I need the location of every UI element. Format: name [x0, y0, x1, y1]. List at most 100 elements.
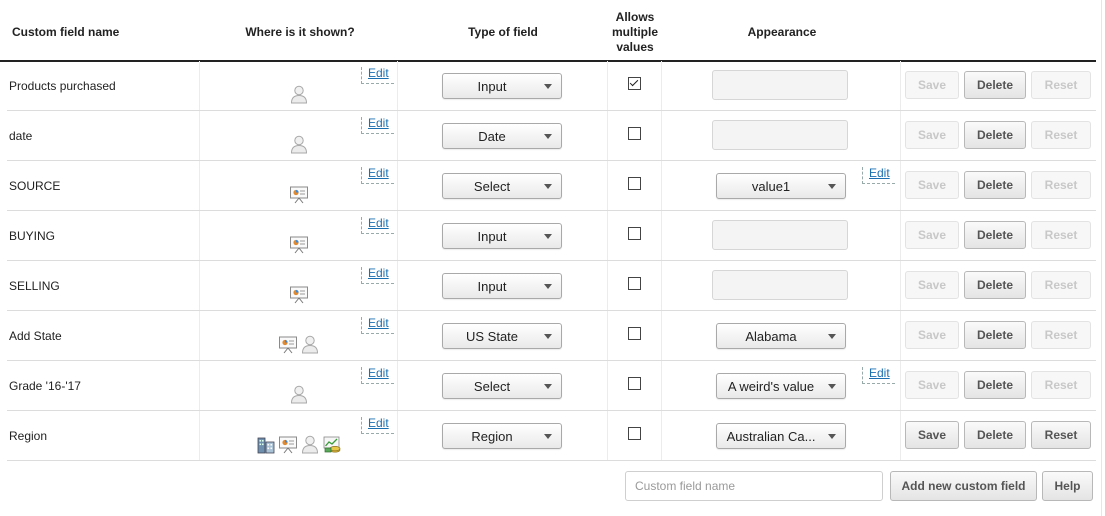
header-where-shown: Where is it shown? [245, 25, 355, 39]
edit-link[interactable]: Edit [368, 366, 389, 380]
table-row: BUYING Edit Input Save Delete Reset [7, 211, 1096, 261]
appearance-select[interactable]: Alabama [716, 323, 846, 349]
field-type-value: Date [478, 129, 506, 144]
edit-shown-link[interactable]: Edit [361, 266, 394, 284]
edit-link[interactable]: Edit [869, 166, 890, 180]
edit-link[interactable]: Edit [368, 266, 389, 280]
appearance-value: Alabama [745, 329, 797, 344]
scrollbar-edge [1101, 0, 1102, 516]
reset-button[interactable]: Reset [1031, 171, 1091, 199]
person-icon [289, 84, 309, 104]
edit-link[interactable]: Edit [869, 366, 890, 380]
field-type-value: US State [465, 329, 519, 344]
column-divider [397, 411, 398, 460]
allows-multiple-checkbox[interactable] [628, 427, 641, 440]
shown-location-icons [289, 382, 309, 404]
delete-button[interactable]: Delete [964, 421, 1026, 449]
appearance-value: A weird's value [727, 379, 815, 394]
column-divider [661, 261, 662, 310]
custom-field-name-input[interactable] [625, 471, 883, 501]
appearance-value: Australian Ca... [726, 429, 816, 444]
reset-button[interactable]: Reset [1031, 321, 1091, 349]
delete-button[interactable]: Delete [964, 271, 1026, 299]
reset-button[interactable]: Reset [1031, 371, 1091, 399]
edit-appearance-link[interactable]: Edit [862, 166, 895, 184]
column-divider [900, 61, 901, 110]
delete-button[interactable]: Delete [964, 171, 1026, 199]
chevron-down-icon [544, 334, 552, 339]
delete-button[interactable]: Delete [964, 221, 1026, 249]
chevron-down-icon [828, 334, 836, 339]
save-button[interactable]: Save [905, 321, 959, 349]
add-new-custom-field-button[interactable]: Add new custom field [890, 471, 1037, 501]
column-divider [199, 161, 200, 210]
edit-link[interactable]: Edit [368, 166, 389, 180]
field-type-select[interactable]: US State [442, 323, 562, 349]
allows-multiple-checkbox[interactable] [628, 227, 641, 240]
appearance-preview [712, 220, 848, 250]
allows-multiple-checkbox[interactable] [628, 77, 641, 90]
column-divider [661, 361, 662, 410]
save-button[interactable]: Save [905, 121, 959, 149]
edit-link[interactable]: Edit [368, 216, 389, 230]
field-type-select[interactable]: Select [442, 173, 562, 199]
save-button[interactable]: Save [905, 271, 959, 299]
edit-shown-link[interactable]: Edit [361, 366, 394, 384]
save-button[interactable]: Save [905, 221, 959, 249]
allows-multiple-checkbox[interactable] [628, 327, 641, 340]
reset-button[interactable]: Reset [1031, 271, 1091, 299]
delete-button[interactable]: Delete [964, 371, 1026, 399]
header-custom-field-name: Custom field name [12, 25, 120, 39]
delete-button[interactable]: Delete [964, 71, 1026, 99]
allows-multiple-checkbox[interactable] [628, 277, 641, 290]
field-type-select[interactable]: Input [442, 223, 562, 249]
edit-shown-link[interactable]: Edit [361, 66, 394, 84]
save-button[interactable]: Save [905, 421, 959, 449]
table-row: SOURCE Edit Select value1 Edit Save Delete Rese… [7, 161, 1096, 211]
chevron-down-icon [544, 434, 552, 439]
delete-button[interactable]: Delete [964, 321, 1026, 349]
allows-multiple-checkbox[interactable] [628, 127, 641, 140]
reset-button[interactable]: Reset [1031, 421, 1091, 449]
delete-button[interactable]: Delete [964, 121, 1026, 149]
edit-shown-link[interactable]: Edit [361, 416, 394, 434]
appearance-select[interactable]: Australian Ca... [716, 423, 846, 449]
column-divider [199, 111, 200, 160]
field-type-select[interactable]: Select [442, 373, 562, 399]
appearance-select[interactable]: value1 [716, 173, 846, 199]
help-button[interactable]: Help [1042, 471, 1093, 501]
column-divider [900, 161, 901, 210]
reset-button[interactable]: Reset [1031, 71, 1091, 99]
edit-link[interactable]: Edit [368, 66, 389, 80]
allows-multiple-checkbox[interactable] [628, 177, 641, 190]
field-type-select[interactable]: Input [442, 273, 562, 299]
field-type-value: Select [473, 379, 511, 394]
edit-shown-link[interactable]: Edit [361, 216, 394, 234]
edit-link[interactable]: Edit [368, 116, 389, 130]
building-icon [256, 434, 276, 454]
appearance-select[interactable]: A weird's value [716, 373, 846, 399]
edit-shown-link[interactable]: Edit [361, 166, 394, 184]
column-divider [607, 261, 608, 310]
field-type-select[interactable]: Region [442, 423, 562, 449]
edit-link[interactable]: Edit [368, 316, 389, 330]
column-divider [607, 411, 608, 460]
column-divider [900, 211, 901, 260]
chevron-down-icon [544, 234, 552, 239]
edit-appearance-link[interactable]: Edit [862, 366, 895, 384]
column-divider [607, 61, 608, 110]
edit-shown-link[interactable]: Edit [361, 116, 394, 134]
reset-button[interactable]: Reset [1031, 221, 1091, 249]
save-button[interactable]: Save [905, 71, 959, 99]
column-divider [607, 311, 608, 360]
save-button[interactable]: Save [905, 171, 959, 199]
field-type-select[interactable]: Input [442, 73, 562, 99]
column-divider [199, 311, 200, 360]
chevron-down-icon [544, 384, 552, 389]
edit-link[interactable]: Edit [368, 416, 389, 430]
edit-shown-link[interactable]: Edit [361, 316, 394, 334]
allows-multiple-checkbox[interactable] [628, 377, 641, 390]
reset-button[interactable]: Reset [1031, 121, 1091, 149]
field-type-select[interactable]: Date [442, 123, 562, 149]
save-button[interactable]: Save [905, 371, 959, 399]
